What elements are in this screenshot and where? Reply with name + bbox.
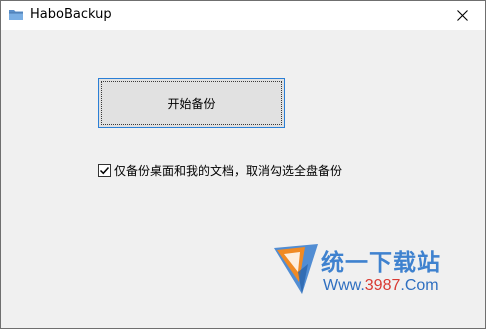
watermark-url: Www.3987.Com — [323, 277, 439, 295]
title-bar[interactable]: HaboBackup — [1, 1, 485, 30]
watermark-logo-icon — [274, 244, 318, 294]
close-button[interactable] — [439, 1, 485, 30]
start-backup-button[interactable]: 开始备份 — [98, 78, 285, 128]
watermark-site-name: 统一下载站 — [321, 250, 441, 276]
close-icon — [456, 10, 468, 21]
backup-scope-label: 仅备份桌面和我的文档，取消勾选全盘备份 — [114, 163, 343, 178]
watermark: 统一下载站 Www.3987.Com — [274, 242, 454, 302]
desktop-documents-option[interactable]: 仅备份桌面和我的文档，取消勾选全盘备份 — [98, 162, 342, 178]
window-title: HaboBackup — [30, 7, 112, 22]
watermark-url-number: 3987 — [364, 277, 401, 294]
folder-icon — [9, 10, 23, 20]
app-window: HaboBackup 开始备份 仅备份桌面和我的文档，取消勾选全盘备份 统一下载… — [0, 0, 486, 329]
backup-scope-checkbox[interactable] — [98, 163, 111, 177]
watermark-url-suffix: .Com — [400, 277, 439, 294]
checkmark-icon — [99, 166, 110, 174]
watermark-url-prefix: Www. — [323, 277, 365, 294]
start-backup-label: 开始备份 — [101, 81, 282, 125]
